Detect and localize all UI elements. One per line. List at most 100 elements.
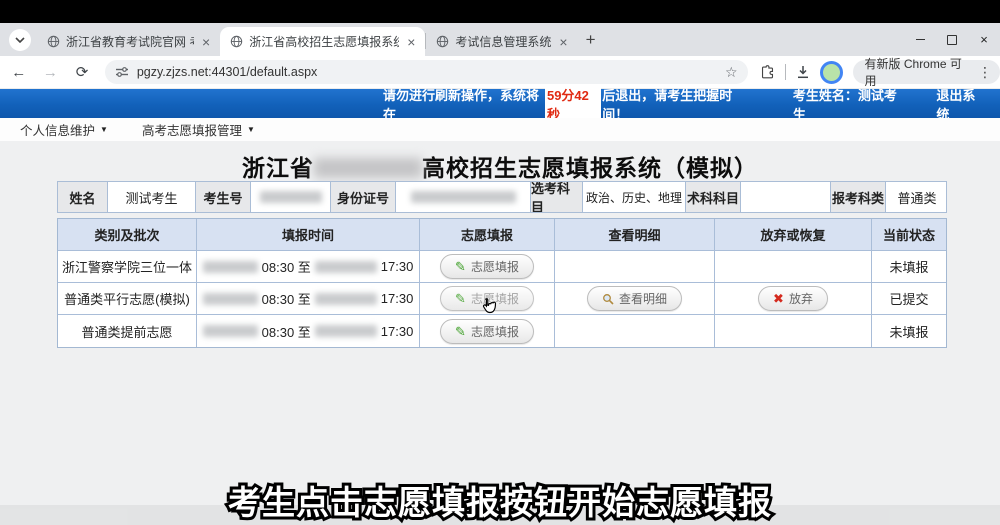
table-row: 浙江警察学院三位一体 08:30 至 17:30 ✎ 志愿填报 未填报: [58, 251, 946, 283]
download-icon[interactable]: [796, 65, 810, 79]
site-menu-bar: 个人信息维护 ▼ 高考志愿填报管理 ▼: [0, 118, 1000, 141]
abandon-button[interactable]: ✖ 放弃: [758, 286, 828, 311]
logout-link[interactable]: 退出系统: [936, 85, 986, 123]
redacted-blur: [260, 191, 322, 203]
row-category: 普通类提前志愿: [58, 315, 197, 347]
button-label: 放弃: [789, 290, 813, 307]
browser-menu-icon[interactable]: ⋮: [978, 64, 992, 81]
pencil-icon: ✎: [455, 292, 466, 305]
view-detail-button[interactable]: 查看明细: [587, 286, 682, 311]
table-row: 普通类平行志愿(模拟) 08:30 至 17:30 ✎ 志愿填报: [58, 283, 946, 315]
category-label: 报考科类: [831, 182, 886, 212]
fill-cell: ✎ 志愿填报: [420, 283, 555, 315]
row-time: 08:30 至 17:30: [197, 315, 420, 347]
browser-tab-strip: 浙江省教育考试院官网 考生办 × 浙江省高校招生志愿填报系统 × 考试信息管理系…: [0, 23, 1000, 56]
redacted-date-blur: [315, 325, 377, 337]
close-window-button[interactable]: ×: [968, 23, 1000, 56]
countdown-timer: 59分42秒: [545, 85, 601, 123]
redacted-date-blur: [315, 261, 377, 273]
tab-volunteer-system[interactable]: 浙江省高校招生志愿填报系统 ×: [220, 27, 425, 56]
name-value: 测试考生: [108, 182, 196, 212]
art-subject-label: 术科科目: [686, 182, 741, 212]
subjects-value: 政治、历史、地理: [583, 182, 686, 212]
tab-close-icon[interactable]: ×: [405, 35, 417, 49]
menu-label: 高考志愿填报管理: [142, 120, 242, 139]
forward-button[interactable]: →: [38, 64, 64, 81]
status-value: 未填报: [872, 251, 946, 283]
notice-prefix: 请勿进行刷新操作，系统将在: [383, 85, 544, 123]
status-value: 未填报: [872, 315, 946, 347]
reload-button[interactable]: ⟳: [69, 63, 95, 81]
button-label: 查看明细: [619, 290, 667, 307]
abandon-cell-empty: [715, 315, 872, 347]
redacted-year-blur: [314, 158, 422, 178]
extensions-icon[interactable]: [760, 65, 775, 80]
redacted-date-blur: [315, 293, 377, 305]
category-value: 普通类: [886, 182, 948, 212]
back-button[interactable]: ←: [6, 64, 32, 81]
fill-volunteer-button[interactable]: ✎ 志愿填报: [440, 254, 534, 279]
site-settings-icon[interactable]: [115, 66, 129, 78]
header-detail: 查看明细: [555, 219, 715, 251]
id-card-value-redacted: [396, 182, 531, 212]
redacted-date-blur: [203, 325, 258, 337]
menu-volunteer-management[interactable]: 高考志愿填报管理 ▼: [142, 120, 255, 139]
screenshot-root: 浙江省教育考试院官网 考生办 × 浙江省高校招生志愿填报系统 × 考试信息管理系…: [0, 0, 1000, 525]
magnifier-icon: [602, 293, 614, 305]
time-end: 17:30: [381, 324, 414, 339]
time-end: 17:30: [381, 259, 414, 274]
art-subject-value: [741, 182, 831, 212]
student-name-label: 考生姓名：测试考生: [793, 85, 905, 123]
exam-id-value-redacted: [251, 182, 331, 212]
red-x-icon: ✖: [773, 292, 784, 305]
tab-exam-info-system[interactable]: 考试信息管理系统 ×: [426, 27, 577, 56]
chrome-update-button[interactable]: 有新版 Chrome 可用 ⋮: [853, 60, 1000, 84]
table-row: 普通类提前志愿 08:30 至 17:30 ✎ 志愿填报 未填报: [58, 315, 946, 347]
button-label: 志愿填报: [471, 290, 519, 307]
globe-icon: [230, 35, 243, 48]
chevron-down-icon: [15, 37, 25, 43]
table-header-row: 类别及批次 填报时间 志愿填报 查看明细 放弃或恢复 当前状态: [58, 219, 946, 251]
batch-table: 类别及批次 填报时间 志愿填报 查看明细 放弃或恢复 当前状态 浙江警察学院三位…: [57, 218, 947, 348]
new-tab-button[interactable]: +: [586, 30, 596, 50]
status-value: 已提交: [872, 283, 946, 315]
time-start: 08:30 至: [262, 257, 311, 276]
tab-title: 浙江省教育考试院官网 考生办: [66, 33, 194, 50]
detail-cell: 查看明细: [555, 283, 715, 315]
bookmark-star-icon[interactable]: ☆: [725, 64, 738, 81]
tab-exam-office[interactable]: 浙江省教育考试院官网 考生办 ×: [37, 27, 220, 56]
tab-close-icon[interactable]: ×: [200, 35, 212, 49]
row-category: 普通类平行志愿(模拟): [58, 283, 197, 315]
tab-search-button[interactable]: [9, 29, 31, 51]
fill-volunteer-button[interactable]: ✎ 志愿填报: [440, 319, 534, 344]
time-start: 08:30 至: [262, 322, 311, 341]
exam-id-label: 考生号: [196, 182, 251, 212]
globe-icon: [47, 35, 60, 48]
page-content: 浙江省高校招生志愿填报系统（模拟） 姓名 测试考生 考生号 身份证号 选考科目 …: [0, 141, 1000, 525]
address-bar[interactable]: pgzy.zjzs.net:44301/default.aspx ☆: [105, 60, 748, 84]
pencil-icon: ✎: [455, 260, 466, 273]
id-card-label: 身份证号: [331, 182, 396, 212]
tab-close-icon[interactable]: ×: [557, 35, 569, 49]
menu-personal-info[interactable]: 个人信息维护 ▼: [20, 120, 108, 139]
maximize-button[interactable]: [936, 23, 968, 56]
time-start: 08:30 至: [262, 289, 311, 308]
title-prefix: 浙江省: [242, 155, 314, 181]
title-suffix: 高校招生志愿填报系统（模拟）: [422, 155, 758, 181]
minimize-icon: [916, 39, 925, 40]
caret-down-icon: ▼: [100, 125, 108, 134]
toolbar-icons: [760, 61, 843, 84]
row-time: 08:30 至 17:30: [197, 251, 420, 283]
caret-down-icon: ▼: [247, 125, 255, 134]
profile-avatar[interactable]: [820, 61, 843, 84]
fill-volunteer-button[interactable]: ✎ 志愿填报: [440, 286, 534, 311]
minimize-button[interactable]: [904, 23, 936, 56]
tab-title: 浙江省高校招生志愿填报系统: [249, 33, 399, 50]
window-controls: ×: [904, 23, 1000, 56]
system-notice-bar: 请勿进行刷新操作，系统将在 59分42秒 后退出，请考生把握时间！ 考生姓名：测…: [0, 89, 1000, 118]
toolbar-separator: [785, 64, 786, 80]
abandon-cell: ✖ 放弃: [715, 283, 872, 315]
countdown-message: 请勿进行刷新操作，系统将在 59分42秒 后退出，请考生把握时间！: [383, 85, 751, 123]
header-time: 填报时间: [197, 219, 420, 251]
url-text[interactable]: pgzy.zjzs.net:44301/default.aspx: [137, 65, 717, 79]
